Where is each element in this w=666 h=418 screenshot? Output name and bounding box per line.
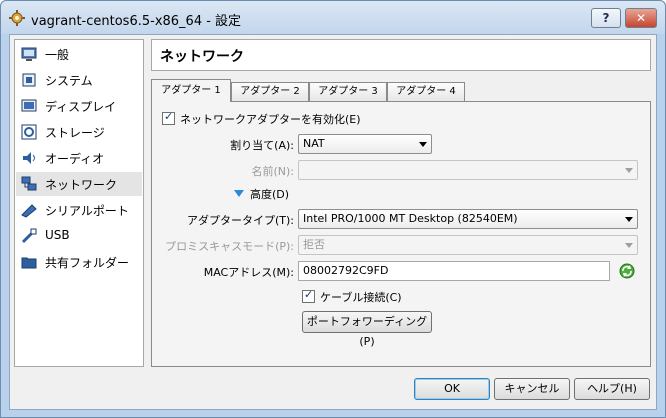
sidebar-item-label: システム (45, 74, 93, 88)
enable-adapter-label: ネットワークアダプターを有効化(E) (180, 113, 361, 126)
title-bar[interactable]: vagrant-centos6.5-x86_64 - 設定 ? ✕ (1, 1, 665, 34)
cancel-button[interactable]: キャンセル (494, 378, 570, 400)
help-button[interactable]: ヘルプ(H) (574, 378, 650, 400)
attached-to-value: NAT (303, 137, 325, 150)
page-title: ネットワーク (160, 49, 244, 65)
advanced-toggle-icon[interactable] (234, 190, 244, 197)
tab-adapter-1[interactable]: アダプター 1 (151, 79, 231, 102)
sidebar-item-label: オーディオ (45, 152, 105, 166)
usb-icon (21, 228, 37, 244)
section-header: ネットワーク (151, 39, 651, 71)
title-close-button[interactable]: ✕ (625, 8, 657, 28)
sidebar-item-network[interactable]: ネットワーク (16, 172, 142, 196)
cable-connected-label: ケーブル接続(C) (320, 291, 402, 304)
sidebar-item-usb[interactable]: USB (16, 224, 142, 248)
sidebar-item-display[interactable]: ディスプレイ (16, 94, 142, 118)
attached-to-label: 割り当て(A): (230, 139, 294, 152)
advanced-toggle-label[interactable]: 高度(D) (250, 186, 289, 202)
settings-window: vagrant-centos6.5-x86_64 - 設定 ? ✕ 一般 システ… (0, 0, 666, 418)
sidebar-item-label: ネットワーク (45, 178, 118, 192)
sidebar-item-label: 共有フォルダー (45, 256, 130, 270)
adapter-tab-panel: ネットワークアダプターを有効化(E) 割り当て(A): NAT 名前(N): 高… (151, 101, 651, 367)
network-icon (21, 176, 37, 191)
chevron-down-icon (625, 243, 633, 248)
settings-sidebar: 一般 システム ディスプレイ ストレージ オーディオ ネットワーク シリアルポー… (14, 39, 144, 367)
chevron-down-icon (625, 217, 633, 222)
tab-adapter-2[interactable]: アダプター 2 (231, 82, 309, 101)
promiscuous-mode-label: プロミスキャスモード(P): (165, 240, 294, 253)
chevron-down-icon (625, 168, 633, 173)
name-label: 名前(N): (251, 165, 294, 178)
ok-button[interactable]: OK (414, 378, 490, 400)
tab-adapter-4[interactable]: アダプター 4 (387, 82, 465, 101)
sidebar-item-label: ディスプレイ (45, 100, 117, 114)
name-select[interactable] (298, 160, 638, 180)
enable-adapter-checkbox[interactable] (162, 110, 175, 125)
serial-port-icon (21, 204, 37, 218)
window-title: vagrant-centos6.5-x86_64 - 設定 (31, 14, 242, 29)
sidebar-item-audio[interactable]: オーディオ (16, 146, 142, 170)
refresh-mac-icon[interactable] (619, 263, 635, 279)
folder-icon (21, 257, 37, 269)
adapter-type-label: アダプタータイプ(T): (186, 214, 294, 227)
sidebar-item-shared-folders[interactable]: 共有フォルダー (16, 250, 142, 274)
title-help-button[interactable]: ? (591, 8, 621, 28)
sidebar-item-system[interactable]: システム (16, 68, 142, 92)
promiscuous-mode-value: 拒否 (303, 238, 325, 251)
tab-adapter-3[interactable]: アダプター 3 (309, 82, 387, 101)
speaker-icon (23, 152, 35, 164)
promiscuous-mode-select[interactable]: 拒否 (298, 235, 638, 255)
adapter-type-select[interactable]: Intel PRO/1000 MT Desktop (82540EM) (298, 209, 638, 229)
chevron-down-icon (419, 142, 427, 147)
sidebar-item-label: ストレージ (45, 126, 105, 140)
mac-address-label: MACアドレス(M): (203, 266, 294, 279)
display-icon (21, 99, 37, 112)
sidebar-item-storage[interactable]: ストレージ (16, 120, 142, 144)
attached-to-select[interactable]: NAT (298, 134, 432, 154)
sidebar-item-label: 一般 (45, 48, 70, 62)
port-forwarding-button[interactable]: ポートフォワーディング(P) (302, 311, 432, 348)
cable-connected-checkbox[interactable] (302, 288, 315, 303)
chip-icon (22, 73, 36, 87)
adapter-type-value: Intel PRO/1000 MT Desktop (82540EM) (303, 212, 518, 225)
dialog-client: 一般 システム ディスプレイ ストレージ オーディオ ネットワーク シリアルポー… (9, 34, 657, 410)
sidebar-item-general[interactable]: 一般 (16, 42, 142, 66)
sidebar-item-label: シリアルポート (45, 204, 129, 218)
sidebar-item-label: USB (45, 228, 70, 242)
virtualbox-app-icon (9, 10, 25, 26)
storage-icon (21, 124, 37, 140)
mac-address-field[interactable]: 08002792C9FD (298, 261, 610, 281)
sidebar-item-serial-port[interactable]: シリアルポート (16, 198, 142, 222)
monitor-icon (21, 47, 37, 61)
